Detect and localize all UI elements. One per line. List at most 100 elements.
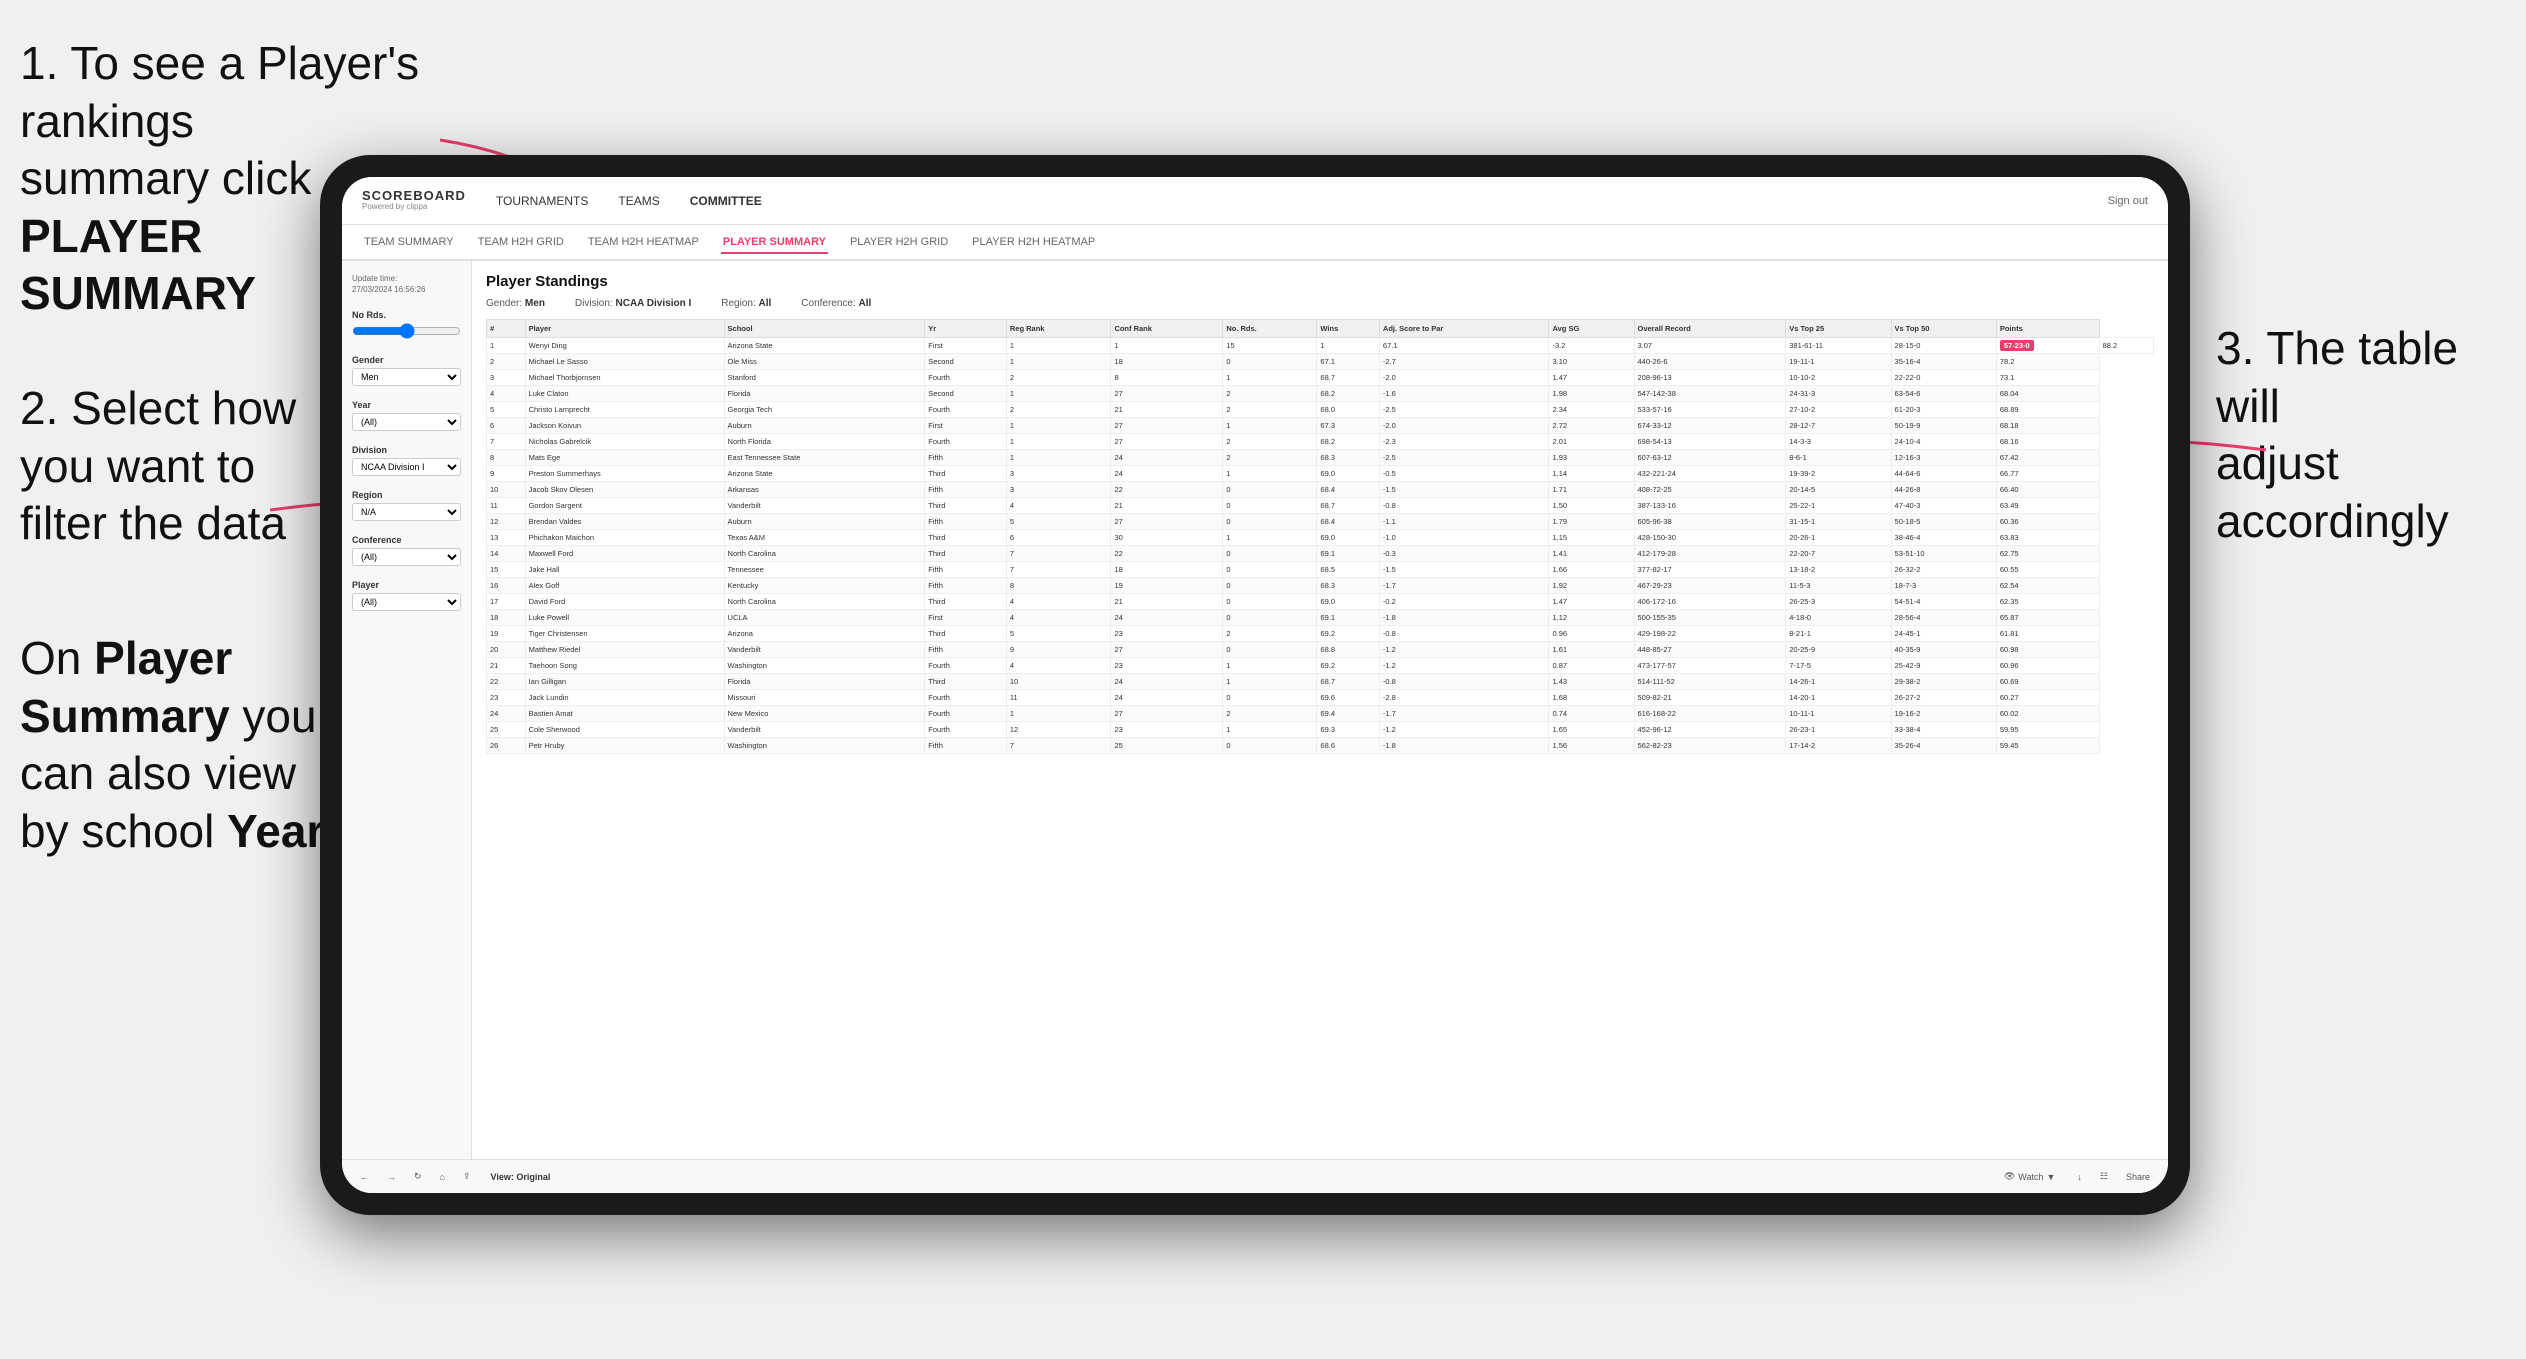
subnav-team-h2h-heatmap[interactable]: TEAM H2H HEATMAP bbox=[586, 232, 701, 252]
table-row[interactable]: 5Christo LamprechtGeorgia TechFourth2212… bbox=[487, 402, 2154, 418]
player-standings-table: # Player School Yr Reg Rank Conf Rank No… bbox=[486, 319, 2154, 754]
subnav-team-h2h-grid[interactable]: TEAM H2H GRID bbox=[476, 232, 566, 252]
table-row[interactable]: 11Gordon SargentVanderbiltThird421068.7-… bbox=[487, 498, 2154, 514]
table-row[interactable]: 22Ian GilliganFloridaThird1024168.7-0.81… bbox=[487, 674, 2154, 690]
nav-tournaments[interactable]: TOURNAMENTS bbox=[496, 190, 588, 212]
table-row[interactable]: 18Luke PowellUCLAFirst424069.1-1.81.1250… bbox=[487, 610, 2154, 626]
col-avg-sg: Avg SG bbox=[1549, 320, 1634, 338]
annotation-step3-line2: adjust accordingly bbox=[2216, 437, 2449, 547]
sidebar-update-time: Update time: 27/03/2024 16:56:26 bbox=[352, 273, 461, 296]
col-yr: Yr bbox=[925, 320, 1007, 338]
toolbar-share-icon[interactable]: ⇪ bbox=[459, 1169, 475, 1184]
nav-sign-out[interactable]: Sign out bbox=[2108, 195, 2148, 207]
col-rank: # bbox=[487, 320, 526, 338]
logo: SCOREBOARD Powered by clippa bbox=[362, 189, 466, 212]
subnav-player-summary[interactable]: PLAYER SUMMARY bbox=[721, 232, 828, 254]
annotation-on-text: On bbox=[20, 632, 94, 684]
annotation-step2-line3: filter the data bbox=[20, 497, 286, 549]
annotation-year-bold: Year bbox=[227, 805, 324, 857]
division-select[interactable]: NCAA Division I bbox=[352, 458, 461, 476]
table-row[interactable]: 8Mats EgeEast Tennessee StateFifth124268… bbox=[487, 450, 2154, 466]
region-select[interactable]: N/A bbox=[352, 503, 461, 521]
sidebar: Update time: 27/03/2024 16:56:26 No Rds.… bbox=[342, 261, 472, 1159]
sidebar-no-rds: No Rds. bbox=[352, 310, 461, 341]
annotation-mid-left: 2. Select how you want to filter the dat… bbox=[20, 380, 300, 553]
player-select[interactable]: (All) bbox=[352, 593, 461, 611]
table-row[interactable]: 17David FordNorth CarolinaThird421069.0-… bbox=[487, 594, 2154, 610]
table-row[interactable]: 7Nicholas GabrelcikNorth FloridaFourth12… bbox=[487, 434, 2154, 450]
toolbar-grid[interactable]: ☷ bbox=[2096, 1169, 2112, 1184]
toolbar-view: View: Original bbox=[491, 1172, 551, 1182]
toolbar-home[interactable]: ⌂ bbox=[436, 1170, 449, 1184]
nav-right: Sign out bbox=[2108, 195, 2148, 207]
col-vs-top50: Vs Top 50 bbox=[1891, 320, 1996, 338]
annotation-step3-line1: 3. The table will bbox=[2216, 322, 2458, 432]
col-reg-rank: Reg Rank bbox=[1006, 320, 1111, 338]
sidebar-gender: Gender Men bbox=[352, 355, 461, 386]
table-row[interactable]: 20Matthew RiedelVanderbiltFifth927068.8-… bbox=[487, 642, 2154, 658]
table-row[interactable]: 6Jackson KoivunAuburnFirst127167.3-2.02.… bbox=[487, 418, 2154, 434]
table-row[interactable]: 9Preston SummerhaysArizona StateThird324… bbox=[487, 466, 2154, 482]
col-wins: Wins bbox=[1317, 320, 1380, 338]
tablet-screen: SCOREBOARD Powered by clippa TOURNAMENTS… bbox=[342, 177, 2168, 1193]
annotation-summary-bold: Summary bbox=[20, 690, 230, 742]
col-player: Player bbox=[525, 320, 724, 338]
annotation-step1-text2: summary click bbox=[20, 152, 311, 204]
nav-committee[interactable]: COMMITTEE bbox=[690, 190, 762, 212]
table-row[interactable]: 19Tiger ChristensenArizonaThird523269.2-… bbox=[487, 626, 2154, 642]
year-select[interactable]: (All) bbox=[352, 413, 461, 431]
toolbar-back[interactable]: ← bbox=[356, 1170, 373, 1184]
table-row[interactable]: 1Wenyi DingArizona StateFirst1115167.1-3… bbox=[487, 338, 2154, 354]
filter-division: Division: NCAA Division I bbox=[575, 298, 691, 309]
no-rds-input[interactable] bbox=[352, 323, 461, 339]
tablet-device: SCOREBOARD Powered by clippa TOURNAMENTS… bbox=[320, 155, 2190, 1215]
table-header-row: # Player School Yr Reg Rank Conf Rank No… bbox=[487, 320, 2154, 338]
subnav-player-h2h-grid[interactable]: PLAYER H2H GRID bbox=[848, 232, 950, 252]
col-school: School bbox=[724, 320, 925, 338]
table-row[interactable]: 13Phichakon MaichonTexas A&MThird630169.… bbox=[487, 530, 2154, 546]
subnav-player-h2h-heatmap[interactable]: PLAYER H2H HEATMAP bbox=[970, 232, 1097, 252]
table-row[interactable]: 24Bastien AmatNew MexicoFourth127269.4-1… bbox=[487, 706, 2154, 722]
toolbar-forward[interactable]: → bbox=[383, 1170, 400, 1184]
col-vs-top25: Vs Top 25 bbox=[1786, 320, 1891, 338]
table-row[interactable]: 4Luke ClatonFloridaSecond127268.2-1.61.9… bbox=[487, 386, 2154, 402]
annotation-step1-bold: PLAYER SUMMARY bbox=[20, 210, 256, 320]
toolbar-watch[interactable]: 👁 Watch ▼ bbox=[2004, 1171, 2056, 1182]
annotation-byschool-text: by school bbox=[20, 805, 227, 857]
col-points: Points bbox=[1996, 320, 2099, 338]
table-row[interactable]: 21Taehoon SongWashingtonFourth423169.2-1… bbox=[487, 658, 2154, 674]
toolbar-reload[interactable]: ↻ bbox=[410, 1169, 426, 1184]
sidebar-region: Region N/A bbox=[352, 490, 461, 521]
table-row[interactable]: 14Maxwell FordNorth CarolinaThird722069.… bbox=[487, 546, 2154, 562]
table-row[interactable]: 16Alex GoffKentuckyFifth819068.3-1.71.92… bbox=[487, 578, 2154, 594]
filter-conference: Conference: All bbox=[801, 298, 871, 309]
annotation-you-text: you bbox=[230, 690, 317, 742]
table-row[interactable]: 15Jake HallTennesseeFifth718068.5-1.51.6… bbox=[487, 562, 2154, 578]
table-filters: Gender: Men Division: NCAA Division I Re… bbox=[486, 298, 2154, 309]
table-row[interactable]: 25Cole SherwoodVanderbiltFourth1223169.3… bbox=[487, 722, 2154, 738]
sidebar-year: Year (All) bbox=[352, 400, 461, 431]
toolbar-download[interactable]: ↓ bbox=[2073, 1170, 2086, 1184]
nav-teams[interactable]: TEAMS bbox=[618, 190, 659, 212]
table-row[interactable]: 3Michael ThorbjornsenStanfordFourth28168… bbox=[487, 370, 2154, 386]
gender-select[interactable]: Men bbox=[352, 368, 461, 386]
eye-icon: 👁 bbox=[2004, 1171, 2015, 1182]
sidebar-division: Division NCAA Division I bbox=[352, 445, 461, 476]
bottom-toolbar: ← → ↻ ⌂ ⇪ View: Original 👁 Watch ▼ ↓ ☷ S… bbox=[342, 1159, 2168, 1193]
update-time-label: Update time: 27/03/2024 16:56:26 bbox=[352, 274, 425, 294]
table-row[interactable]: 2Michael Le SassoOle MissSecond118067.1-… bbox=[487, 354, 2154, 370]
annotation-canalso-text: can also view bbox=[20, 747, 296, 799]
subnav-team-summary[interactable]: TEAM SUMMARY bbox=[362, 232, 456, 252]
table-row[interactable]: 12Brendan ValdesAuburnFifth527068.4-1.11… bbox=[487, 514, 2154, 530]
main-content: Update time: 27/03/2024 16:56:26 No Rds.… bbox=[342, 261, 2168, 1159]
table-row[interactable]: 26Petr HrubyWashingtonFifth725068.6-1.81… bbox=[487, 738, 2154, 754]
conference-select[interactable]: (All) bbox=[352, 548, 461, 566]
toolbar-share-text[interactable]: Share bbox=[2122, 1170, 2154, 1184]
filter-gender: Gender: Men bbox=[486, 298, 545, 309]
no-rds-slider[interactable] bbox=[352, 323, 461, 341]
table-row[interactable]: 23Jack LundinMissouriFourth1124069.6-2.8… bbox=[487, 690, 2154, 706]
logo-subtitle: Powered by clippa bbox=[362, 202, 466, 212]
table-area: Player Standings Gender: Men Division: N… bbox=[472, 261, 2168, 1159]
table-row[interactable]: 10Jacob Skov OlesenArkansasFifth322068.4… bbox=[487, 482, 2154, 498]
col-adj-score: Adj. Score to Par bbox=[1379, 320, 1549, 338]
